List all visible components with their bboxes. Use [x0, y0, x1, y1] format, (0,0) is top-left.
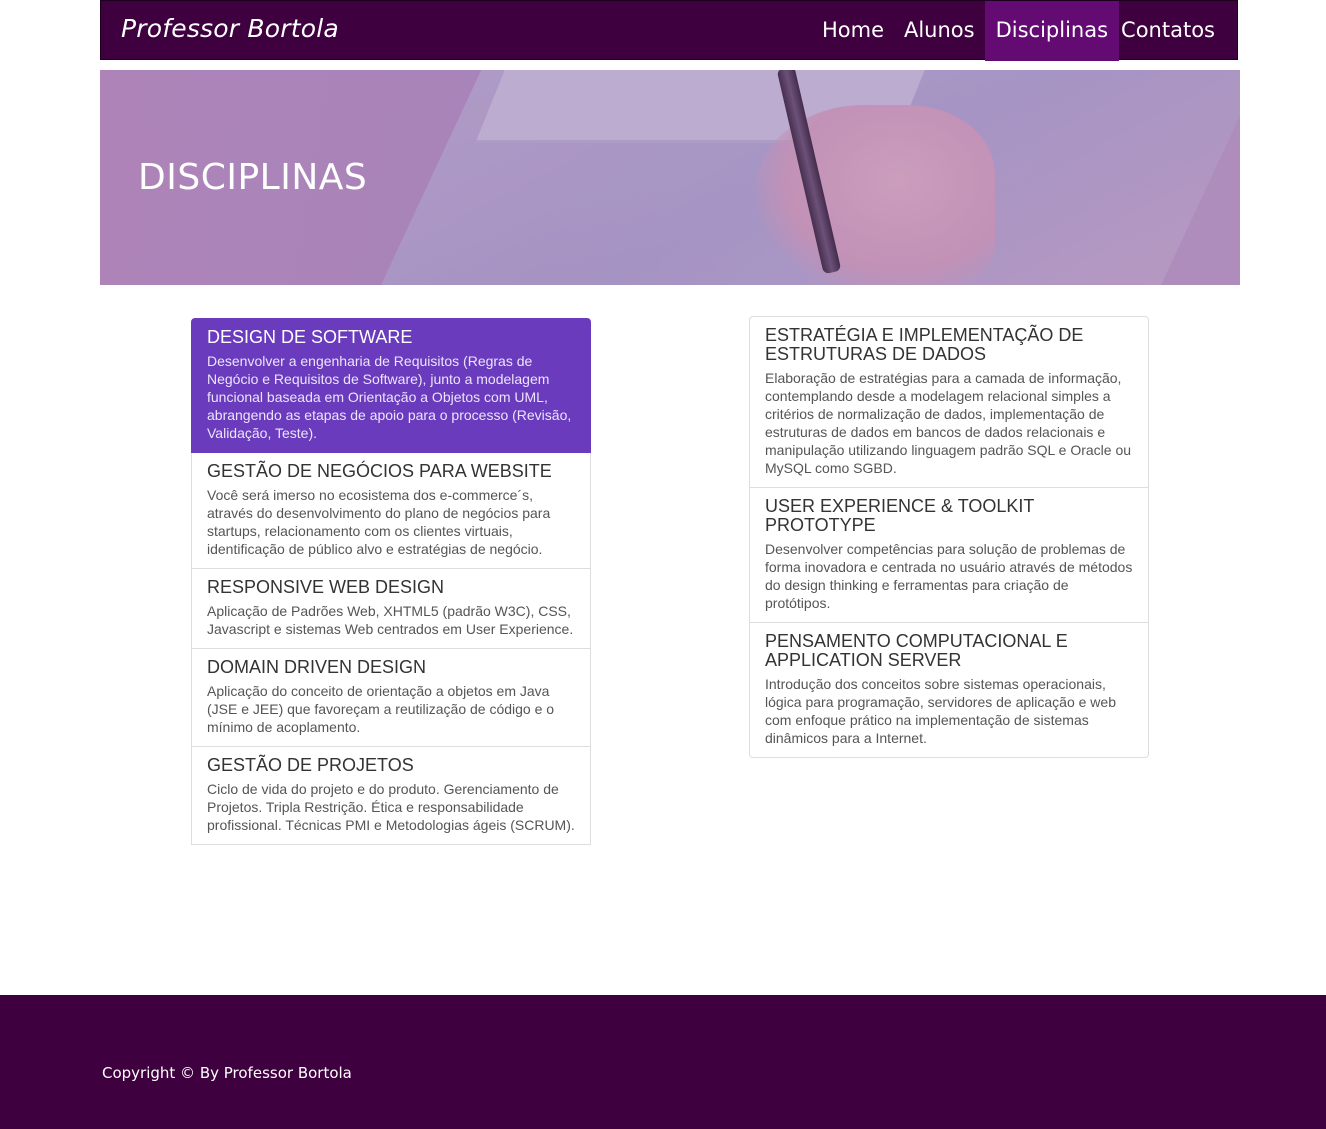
course-title: PENSAMENTO COMPUTACIONAL E APPLICATION S… [765, 631, 1068, 670]
course-item[interactable]: ESTRATÉGIA E IMPLEMENTAÇÃO DE ESTRUTURAS… [749, 316, 1149, 488]
brand-link[interactable]: Professor Bortola [121, 14, 339, 43]
course-item[interactable]: RESPONSIVE WEB DESIGN Aplicação de Padrõ… [191, 569, 591, 649]
course-description: Introdução dos conceitos sobre sistemas … [765, 676, 1116, 746]
course-title: GESTÃO DE PROJETOS [207, 755, 414, 775]
navbar: Professor Bortola Home Alunos Disciplina… [100, 0, 1238, 61]
course-title: RESPONSIVE WEB DESIGN [207, 577, 445, 597]
course-description: Desenvolver competências para solução de… [765, 541, 1133, 611]
course-item[interactable]: PENSAMENTO COMPUTACIONAL E APPLICATION S… [749, 623, 1149, 758]
course-description: Desenvolver a engenharia de Requisitos (… [207, 353, 572, 441]
copyright-text: Copyright © By Professor Bortola [102, 1064, 352, 1082]
nav-disciplinas[interactable]: Disciplinas [984, 1, 1120, 61]
course-item[interactable]: DOMAIN DRIVEN DESIGN Aplicação do concei… [191, 649, 591, 747]
footer: Copyright © By Professor Bortola [0, 995, 1326, 1129]
course-description: Elaboração de estratégias para a camada … [765, 370, 1132, 476]
nav-home[interactable]: Home [812, 1, 894, 61]
course-item[interactable]: DESIGN DE SOFTWARE Desenvolver a engenha… [191, 318, 591, 453]
course-title: GESTÃO DE NEGÓCIOS PARA WEBSITE [207, 461, 552, 481]
course-description: Ciclo de vida do projeto e do produto. G… [207, 781, 575, 833]
course-title: ESTRATÉGIA E IMPLEMENTAÇÃO DE ESTRUTURAS… [765, 325, 1084, 364]
course-title: DESIGN DE SOFTWARE [207, 327, 413, 347]
nav-contatos[interactable]: Contatos [1119, 1, 1225, 61]
course-list-right: ESTRATÉGIA E IMPLEMENTAÇÃO DE ESTRUTURAS… [749, 316, 1149, 758]
course-description: Você será imerso no ecosistema dos e-com… [207, 487, 551, 557]
course-item[interactable]: GESTÃO DE PROJETOS Ciclo de vida do proj… [191, 747, 591, 845]
course-title: USER EXPERIENCE & TOOLKIT PROTOTYPE [765, 496, 1035, 535]
course-description: Aplicação do conceito de orientação a ob… [207, 683, 555, 735]
hero-banner: DISCIPLINAS [100, 70, 1240, 285]
course-item[interactable]: GESTÃO DE NEGÓCIOS PARA WEBSITE Você ser… [191, 453, 591, 569]
page-title: DISCIPLINAS [138, 157, 368, 198]
course-item[interactable]: USER EXPERIENCE & TOOLKIT PROTOTYPE Dese… [749, 488, 1149, 623]
course-title: DOMAIN DRIVEN DESIGN [207, 657, 427, 677]
nav-alunos[interactable]: Alunos [894, 1, 985, 61]
course-description: Aplicação de Padrões Web, XHTML5 (padrão… [207, 603, 574, 637]
course-list-left: DESIGN DE SOFTWARE Desenvolver a engenha… [191, 318, 591, 845]
nav-menu: Home Alunos Disciplinas Contatos [812, 1, 1225, 61]
